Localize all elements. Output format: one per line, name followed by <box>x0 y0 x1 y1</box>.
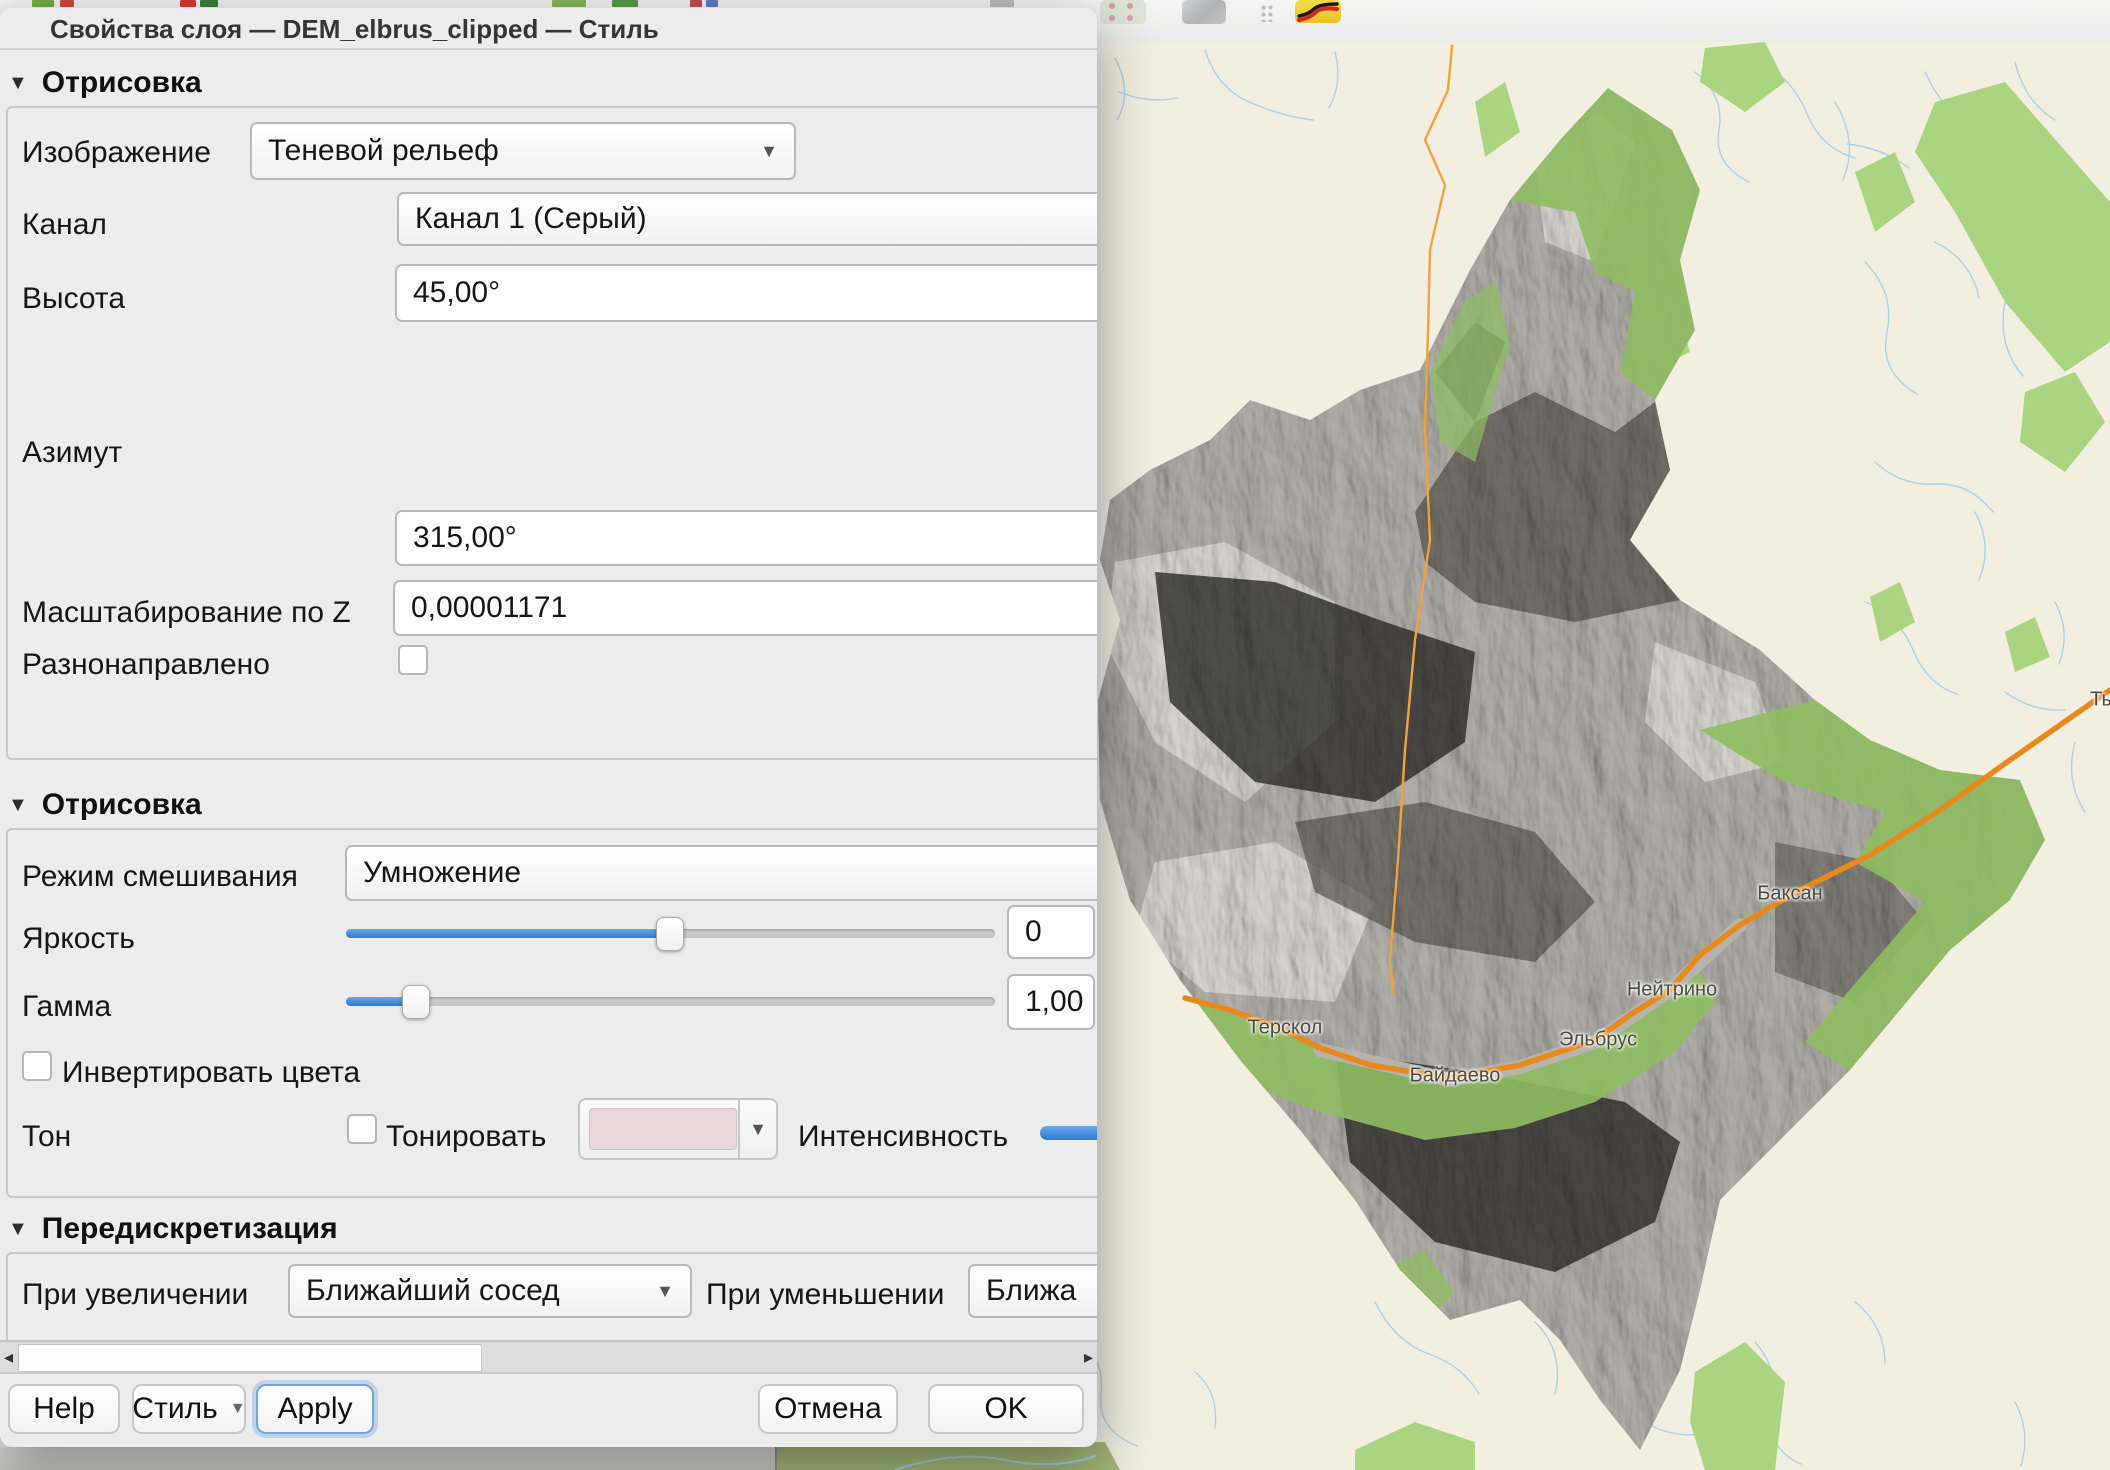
section-resampling[interactable]: ▼Передискретизация <box>8 1212 338 1246</box>
blend-mode-combobox[interactable]: Умножение <box>345 845 1097 901</box>
band-combobox[interactable]: Канал 1 (Серый) <box>397 192 1097 246</box>
z-factor-field[interactable]: 0,00001171 <box>393 580 1097 636</box>
scrollbar-thumb[interactable] <box>18 1344 482 1372</box>
toolbar-fragment <box>990 0 1014 7</box>
band-label: Канал <box>22 208 107 242</box>
zoom-out-combobox[interactable]: Ближа <box>968 1264 1097 1318</box>
chevron-down-icon: ▼ <box>760 141 778 162</box>
blend-mode-label: Режим смешивания <box>22 860 298 894</box>
background-panel <box>0 1447 777 1470</box>
strength-slider[interactable] <box>1040 1126 1097 1140</box>
slider-handle[interactable] <box>402 985 430 1019</box>
multidirectional-checkbox[interactable] <box>398 645 428 675</box>
slope-icon-glyph <box>1295 0 1341 23</box>
strength-label: Интенсивность <box>798 1120 1008 1154</box>
toolbar-fragment <box>32 0 54 7</box>
gamma-label: Гамма <box>22 990 111 1024</box>
map-label-neutrino: Нейтрино <box>1627 979 1717 1002</box>
altitude-label: Высота <box>22 282 125 316</box>
layer-properties-dialog: Свойства слоя — DEM_elbrus_clipped — Сти… <box>0 8 1097 1447</box>
toolbar-fragment <box>706 0 718 7</box>
tint-color-button[interactable]: ▼ <box>578 1098 778 1160</box>
cancel-button[interactable]: Отмена <box>758 1384 898 1434</box>
brightness-slider[interactable] <box>346 916 995 950</box>
ok-button[interactable]: OK <box>928 1384 1084 1434</box>
slider-fill <box>346 929 671 938</box>
toolbar-fragment <box>200 0 218 7</box>
scroll-left-icon[interactable]: ◂ <box>4 1344 13 1370</box>
z-factor-label: Масштабирование по Z <box>22 596 351 630</box>
zoom-in-label: При увеличении <box>22 1278 248 1312</box>
help-button[interactable]: Help <box>8 1384 120 1434</box>
azimuth-spinbox[interactable]: 315,00° <box>395 510 1097 566</box>
zoom-out-label: При уменьшении <box>706 1278 944 1312</box>
altitude-spinbox[interactable]: 45,00° <box>395 264 1097 322</box>
toolbar-fragment <box>612 0 638 7</box>
toolbar-drag-handle[interactable] <box>1260 4 1274 22</box>
apply-button[interactable]: Apply <box>256 1384 374 1434</box>
map-label-baksan: Баксан <box>1757 883 1822 906</box>
section-rendering[interactable]: ▼Отрисовка <box>8 66 202 100</box>
slope-tool-icon[interactable] <box>1295 0 1341 23</box>
colorize-label: Тонировать <box>386 1120 546 1154</box>
color-swatch <box>589 1108 737 1150</box>
invert-colors-checkbox[interactable] <box>22 1051 52 1081</box>
brightness-label: Яркость <box>22 922 135 956</box>
map-label-clipped: Ты <box>2090 689 2110 712</box>
gamma-spinbox[interactable]: 1,00 <box>1007 974 1095 1030</box>
style-button[interactable]: Стиль▼ <box>132 1384 246 1434</box>
multidirectional-label: Разнонаправлено <box>22 648 270 682</box>
collapse-triangle-icon: ▼ <box>8 72 28 95</box>
azimuth-label: Азимут <box>22 436 122 470</box>
toolbar-fragment <box>60 0 74 7</box>
hillshade-tool-icon[interactable] <box>1182 0 1226 24</box>
section-color-rendering[interactable]: ▼Отрисовка <box>8 788 202 822</box>
map-label-terskol: Терскол <box>1248 1017 1323 1040</box>
scroll-right-icon[interactable]: ▸ <box>1084 1344 1093 1370</box>
slider-track <box>346 997 995 1006</box>
gamma-slider[interactable] <box>346 984 995 1018</box>
collapse-triangle-icon: ▼ <box>8 794 28 817</box>
invert-colors-label: Инвертировать цвета <box>62 1056 360 1090</box>
image-combobox[interactable]: Теневой рельеф▼ <box>250 122 796 180</box>
chevron-down-icon: ▼ <box>230 1400 246 1418</box>
slider-handle[interactable] <box>656 917 684 951</box>
horizontal-scrollbar[interactable]: ◂ ▸ <box>0 1340 1097 1374</box>
map-label-elbrus: Эльбрус <box>1559 1029 1637 1052</box>
toolbar-fragment <box>690 0 702 7</box>
chevron-down-icon: ▼ <box>656 1281 674 1302</box>
hue-label: Тон <box>22 1120 71 1154</box>
raster-tool-icon[interactable] <box>1100 0 1146 24</box>
qgis-screen: Баксан Нейтрино Эльбрус Байдаево Терскол… <box>0 0 2110 1470</box>
colorize-checkbox[interactable] <box>347 1114 377 1144</box>
collapse-triangle-icon: ▼ <box>8 1218 28 1241</box>
chevron-down-icon: ▼ <box>738 1100 776 1158</box>
toolbar-fragment <box>180 0 196 7</box>
brightness-spinbox[interactable]: 0 <box>1007 905 1095 959</box>
toolbar-fragment <box>552 0 586 7</box>
dialog-title: Свойства слоя — DEM_elbrus_clipped — Сти… <box>0 8 1097 50</box>
zoom-in-combobox[interactable]: Ближайший сосед▼ <box>288 1264 692 1318</box>
image-label: Изображение <box>22 136 211 170</box>
map-label-baidaevo: Байдаево <box>1410 1065 1501 1088</box>
